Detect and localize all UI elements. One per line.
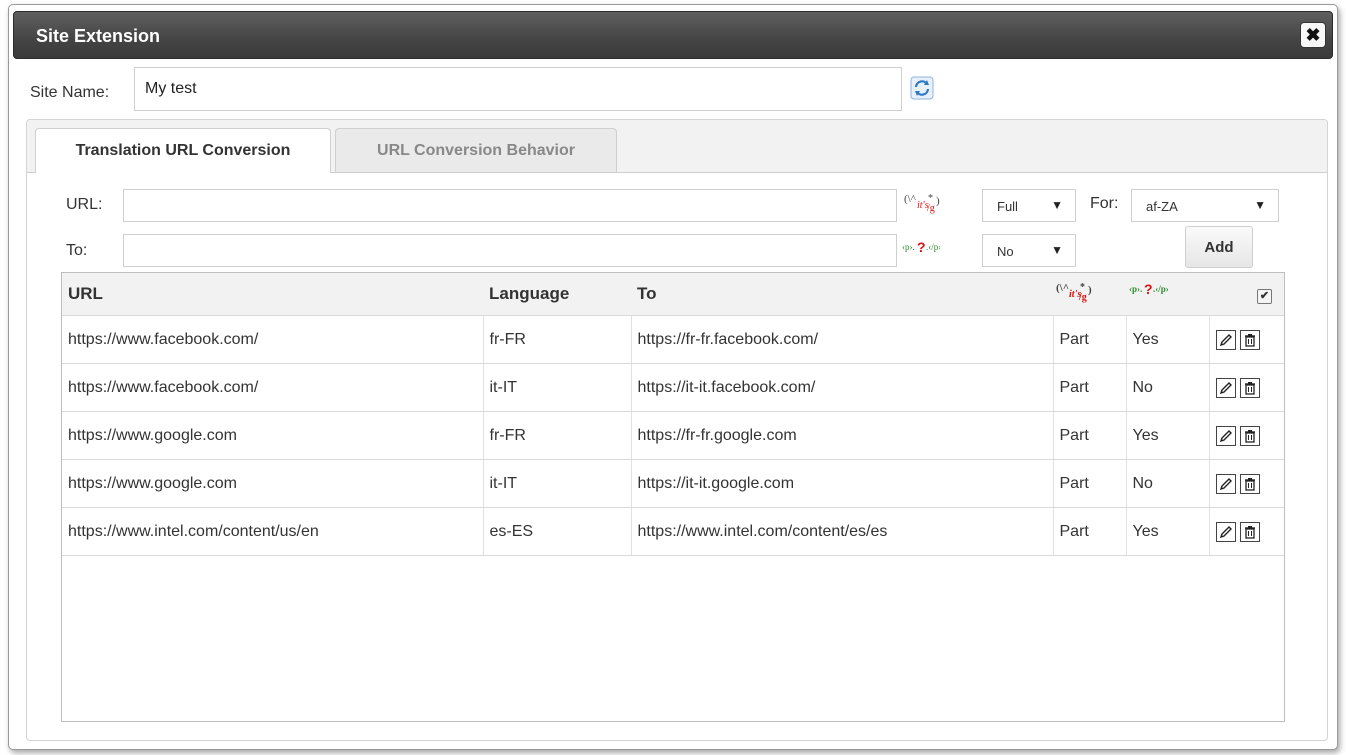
svg-text:.‹/p›: .‹/p› xyxy=(1153,284,1168,294)
cell-match: Part xyxy=(1053,363,1127,412)
column-header-html: ‹p›. ? .‹/p› xyxy=(1126,273,1209,316)
cell-language: es-ES xyxy=(483,507,632,556)
conversion-table: URL Language To (\^ it's * /g ) ‹p›. ? .… xyxy=(61,272,1285,722)
svg-text:‹p›.: ‹p›. xyxy=(902,242,915,252)
cell-to: https://fr-fr.facebook.com/ xyxy=(631,315,1054,364)
trash-icon[interactable] xyxy=(1239,377,1260,398)
cell-to: https://it-it.facebook.com/ xyxy=(631,363,1054,412)
svg-text:): ) xyxy=(936,195,940,207)
match-type-select[interactable]: Full ▼ xyxy=(982,189,1076,222)
close-button[interactable]: ✖ xyxy=(1300,22,1326,48)
svg-text:): ) xyxy=(1088,284,1092,296)
regex-icon: (\^ it's * /g ) xyxy=(904,193,940,214)
cell-actions xyxy=(1209,363,1284,412)
cell-actions xyxy=(1209,411,1284,460)
table-row[interactable]: https://www.google.com it-IT https://it-… xyxy=(62,459,1284,508)
svg-text:(\^: (\^ xyxy=(1056,282,1069,294)
pencil-icon[interactable] xyxy=(1215,377,1236,398)
svg-text:/g: /g xyxy=(927,203,935,214)
cell-url: https://www.facebook.com/ xyxy=(62,315,484,364)
pencil-icon[interactable] xyxy=(1215,329,1236,350)
cell-match: Part xyxy=(1053,315,1127,364)
cell-language: it-IT xyxy=(483,363,632,412)
svg-text:/g: /g xyxy=(1078,292,1087,303)
dialog-titlebar[interactable]: Site Extension ✖ xyxy=(13,11,1333,59)
match-type-value: Full xyxy=(997,199,1018,214)
site-name-label: Site Name: xyxy=(30,84,110,101)
html-question-icon: ‹p›. ? .‹/p› xyxy=(1129,281,1169,297)
table-row[interactable]: https://www.google.com fr-FR https://fr-… xyxy=(62,411,1284,460)
trash-icon[interactable] xyxy=(1239,329,1260,350)
table-header-row: URL Language To (\^ it's * /g ) ‹p›. ? .… xyxy=(62,273,1284,316)
column-header-match: (\^ it's * /g ) xyxy=(1053,273,1126,316)
table-row[interactable]: https://www.facebook.com/ it-IT https://… xyxy=(62,363,1284,412)
svg-text:‹p›.: ‹p›. xyxy=(1129,284,1142,294)
refresh-icon[interactable] xyxy=(910,76,934,100)
table-row[interactable]: https://www.intel.com/content/us/en es-E… xyxy=(62,507,1284,556)
tab-strip: Translation URL Conversion URL Conversio… xyxy=(27,120,1327,173)
html-select[interactable]: No ▼ xyxy=(982,234,1076,267)
cell-to: https://it-it.google.com xyxy=(631,459,1054,508)
column-header-to[interactable]: To xyxy=(631,273,1053,316)
cell-html: Yes xyxy=(1126,411,1210,460)
column-header-select-all: ✔ xyxy=(1209,273,1284,316)
site-name-input[interactable] xyxy=(134,67,902,111)
cell-url: https://www.intel.com/content/us/en xyxy=(62,507,484,556)
pencil-icon[interactable] xyxy=(1215,521,1236,542)
chevron-down-icon: ▼ xyxy=(1254,198,1266,212)
trash-icon[interactable] xyxy=(1239,425,1260,446)
svg-text:(\^: (\^ xyxy=(904,193,917,205)
cell-to: https://fr-fr.google.com xyxy=(631,411,1054,460)
url-label: URL: xyxy=(66,196,103,213)
close-icon: ✖ xyxy=(1305,25,1321,45)
to-label: To: xyxy=(66,242,88,259)
cell-url: https://www.facebook.com/ xyxy=(62,363,484,412)
cell-html: No xyxy=(1126,363,1210,412)
cell-match: Part xyxy=(1053,459,1127,508)
cell-url: https://www.google.com xyxy=(62,459,484,508)
cell-language: fr-FR xyxy=(483,315,632,364)
column-header-url[interactable]: URL xyxy=(62,273,483,316)
cell-match: Part xyxy=(1053,507,1127,556)
table-row[interactable]: https://www.facebook.com/ fr-FR https://… xyxy=(62,315,1284,364)
cell-actions xyxy=(1209,507,1284,556)
tab-translation-url-conversion[interactable]: Translation URL Conversion xyxy=(35,128,331,173)
column-header-language[interactable]: Language xyxy=(483,273,631,316)
svg-text:?: ? xyxy=(1144,281,1153,297)
svg-text:.‹/p›: .‹/p› xyxy=(926,242,940,252)
chevron-down-icon: ▼ xyxy=(1051,198,1063,212)
chevron-down-icon: ▼ xyxy=(1051,243,1063,257)
pencil-icon[interactable] xyxy=(1215,425,1236,446)
regex-icon: (\^ it's * /g ) xyxy=(1056,282,1092,303)
cell-url: https://www.google.com xyxy=(62,411,484,460)
language-select[interactable]: af-ZA ▼ xyxy=(1131,189,1279,222)
cell-language: fr-FR xyxy=(483,411,632,460)
tab-url-conversion-behavior[interactable]: URL Conversion Behavior xyxy=(335,128,617,172)
to-input[interactable] xyxy=(123,234,897,267)
html-question-icon: ‹p›. ? .‹/p› xyxy=(902,239,940,255)
for-label: For: xyxy=(1090,195,1119,212)
cell-match: Part xyxy=(1053,411,1127,460)
html-value: No xyxy=(997,244,1014,259)
trash-icon[interactable] xyxy=(1239,521,1260,542)
trash-icon[interactable] xyxy=(1239,473,1260,494)
cell-html: Yes xyxy=(1126,507,1210,556)
add-button[interactable]: Add xyxy=(1185,226,1253,268)
cell-html: No xyxy=(1126,459,1210,508)
language-value: af-ZA xyxy=(1146,199,1178,214)
svg-text:?: ? xyxy=(917,239,926,255)
url-input[interactable] xyxy=(123,189,897,222)
cell-to: https://www.intel.com/content/es/es xyxy=(631,507,1054,556)
pencil-icon[interactable] xyxy=(1215,473,1236,494)
dialog-title: Site Extension xyxy=(36,26,161,46)
cell-actions xyxy=(1209,315,1284,364)
cell-actions xyxy=(1209,459,1284,508)
cell-html: Yes xyxy=(1126,315,1210,364)
select-all-checkbox[interactable]: ✔ xyxy=(1257,289,1272,304)
cell-language: it-IT xyxy=(483,459,632,508)
